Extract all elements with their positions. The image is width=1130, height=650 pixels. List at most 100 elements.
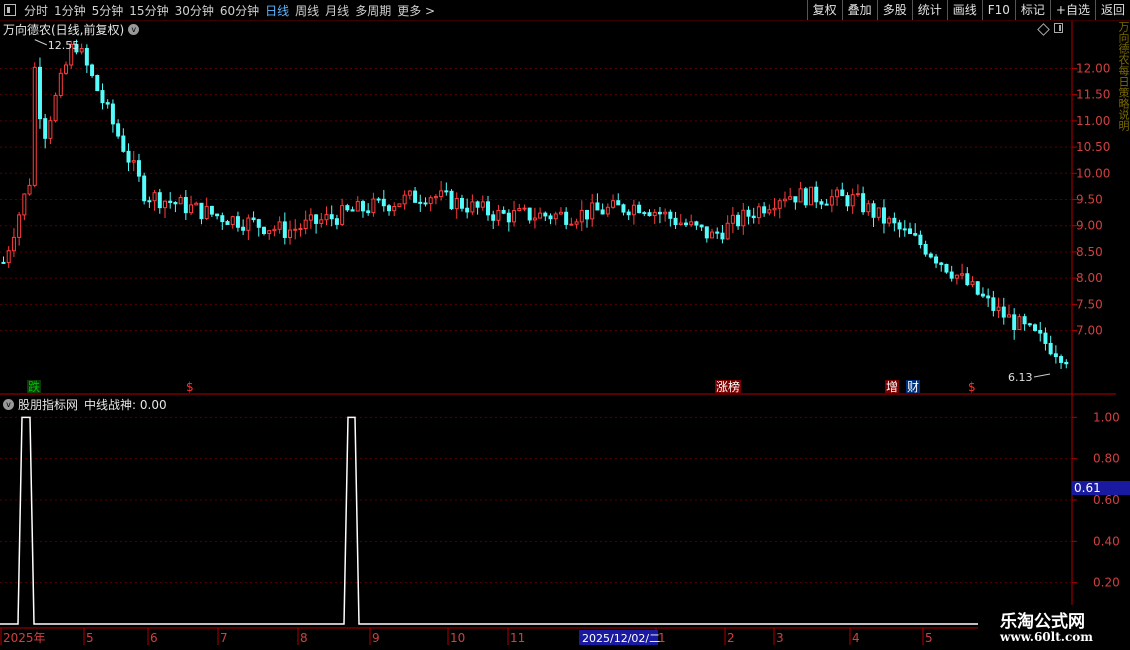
candle-body [506,212,511,223]
kline-chart[interactable]: 12.0011.5011.0010.5010.009.509.008.508.0… [0,0,1130,650]
y-tick-label: 7.50 [1076,297,1103,311]
tool-button-6[interactable]: 标记 [1014,0,1050,20]
candle-body [907,228,912,235]
candle-body [288,229,293,238]
candle-body [178,196,183,205]
candle-body [27,184,32,195]
event-marker-bg [27,380,41,393]
period-tab-3[interactable]: 15分钟 [126,2,171,19]
candle-body [657,211,662,215]
candle-body [298,228,303,231]
tool-button-0[interactable]: 复权 [806,0,842,20]
event-marker: 涨榜 [716,379,740,394]
chevron-down-icon[interactable]: v [128,24,140,35]
candle-body [543,212,548,217]
candle-body [991,297,996,311]
candle-body [1048,342,1053,355]
tool-button-2[interactable]: 多股 [876,0,912,20]
period-tab-8[interactable]: 月线 [322,2,352,19]
diamond-icon[interactable] [1037,23,1050,36]
candle-body [725,222,730,240]
candle-body [261,226,266,235]
candle-body [647,212,652,217]
candle-body [965,273,970,286]
candle-body [116,123,121,137]
candle-body [616,200,621,206]
candle-body [631,204,636,216]
candle-body [69,43,74,66]
tool-button-1[interactable]: 叠加 [841,0,877,20]
panel-toggle-icon[interactable] [4,4,16,16]
candle-body [402,194,407,205]
period-tab-0[interactable]: 分时 [21,2,51,19]
event-marker: $ [968,380,976,394]
period-tab-6[interactable]: 日线 [262,2,292,19]
candle-body [663,211,668,215]
candle-body [241,226,246,231]
y-tick-label: 9.00 [1076,219,1103,233]
period-tabs: 分时 1分钟 5分钟 15分钟 30分钟 60分钟 日线 周线 月线 多周期 更多 > [21,2,438,19]
split-panel-icon[interactable] [1054,23,1063,33]
period-tab-10[interactable]: 更多 > [394,2,438,19]
candle-body [350,209,355,212]
candle-body [605,206,610,215]
candle-body [803,188,808,206]
candle-body [689,221,694,226]
period-tab-4[interactable]: 30分钟 [172,2,217,19]
candle-body [1064,361,1069,365]
candle-body [876,207,881,218]
candle-body [449,190,454,210]
candle-body [6,250,11,264]
tool-button-5[interactable]: F10 [981,0,1015,20]
cursor-value-box [1072,481,1130,495]
candle-body [809,186,814,206]
period-tab-9[interactable]: 多周期 [352,2,394,19]
stock-title: 万向德农(日线,前复权) [3,23,125,37]
candle-body [345,205,350,211]
tool-button-8[interactable]: 返回 [1094,0,1130,20]
ind-y-tick-label: 0.80 [1093,452,1120,466]
watermark-title: 乐淘公式网 [1000,612,1085,632]
candle-body [465,207,470,213]
candle-body [866,203,871,213]
x-tick-label: 1 [658,631,666,645]
cursor-value: 0.61 [1074,481,1101,495]
candle-body [897,222,902,230]
candle-body [527,207,532,221]
candle-body [595,202,600,211]
y-tick-label: 9.50 [1076,193,1103,207]
candle-body [887,217,892,224]
candle-body [1038,329,1043,334]
candle-body [637,204,642,214]
candle-body [928,253,933,258]
candle-body [204,205,209,220]
candle-body [980,293,985,297]
period-tab-5[interactable]: 60分钟 [217,2,262,19]
candle-body [715,231,720,234]
candle-body [105,102,110,105]
candle-body [277,221,282,230]
low-label: 6.13 [1008,371,1033,384]
candle-body [84,47,89,66]
event-marker-bg [715,380,741,393]
candle-body [788,196,793,200]
strategy-sidebar[interactable]: 万向德农每日策略说明 [1116,21,1130,393]
period-tab-2[interactable]: 5分钟 [89,2,127,19]
period-tab-7[interactable]: 周线 [292,2,322,19]
candle-body [79,47,84,53]
candle-body [704,226,709,239]
candle-body [996,306,1001,311]
candle-body [439,190,444,198]
candle-body [944,263,949,273]
candle-body [22,193,27,216]
candle-body [512,210,517,223]
tool-button-7[interactable]: +自选 [1049,0,1095,20]
candle-body [334,218,339,225]
candle-body [147,200,152,203]
candle-body [829,196,834,206]
tool-button-4[interactable]: 画线 [946,0,982,20]
tool-button-3[interactable]: 统计 [911,0,947,20]
candle-body [710,231,715,239]
chevron-down-icon[interactable]: v [3,399,14,410]
period-tab-1[interactable]: 1分钟 [51,2,89,19]
